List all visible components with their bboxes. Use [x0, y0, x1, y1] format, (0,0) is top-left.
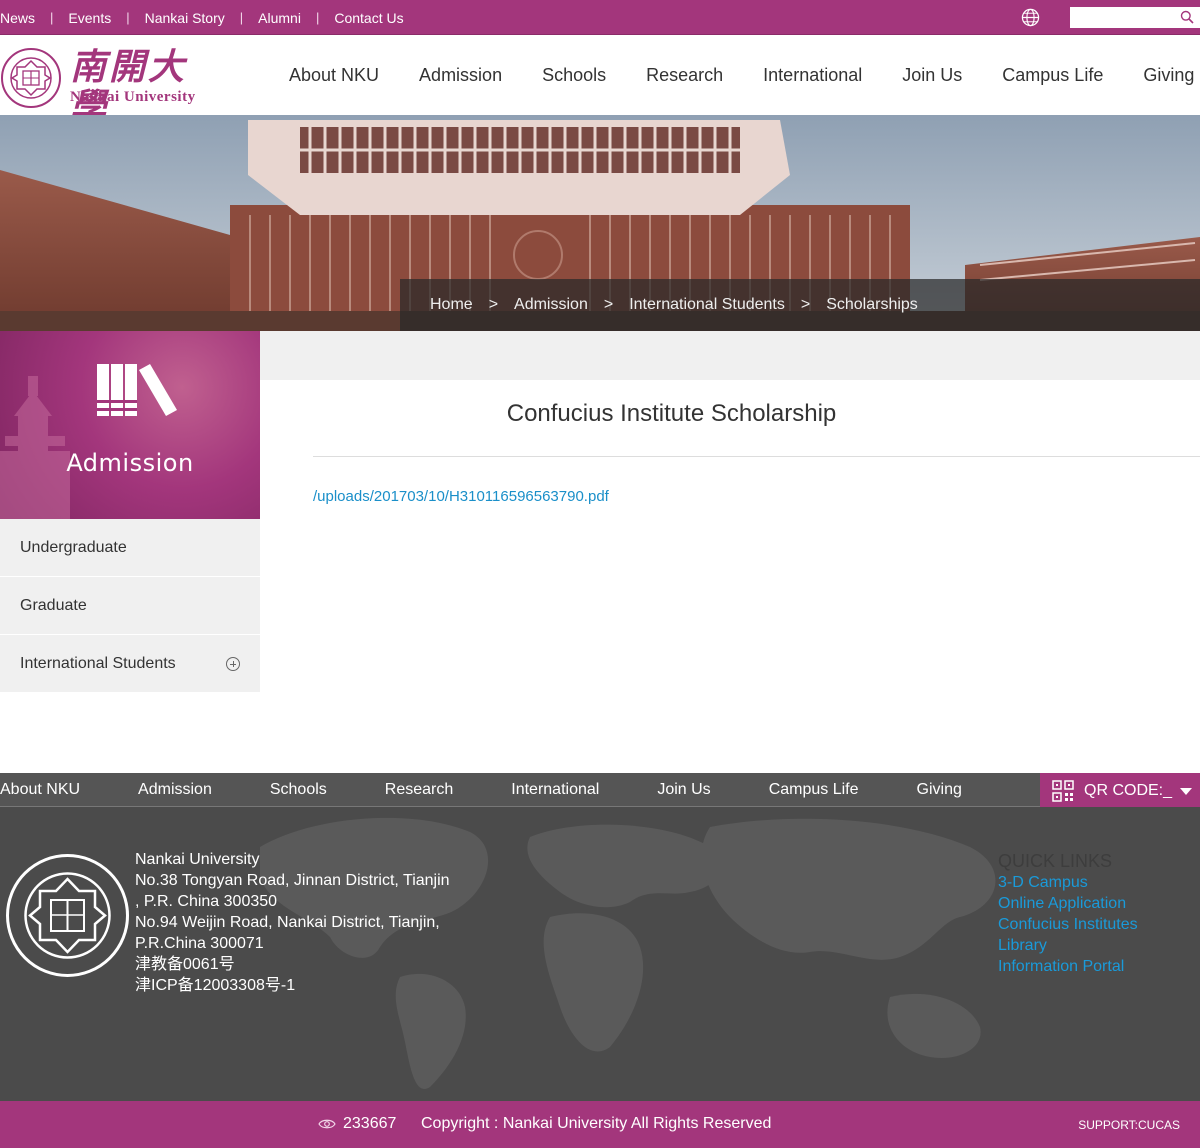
qr-code-label: QR CODE:_ — [1084, 782, 1173, 799]
support-credit[interactable]: SUPPORT:CUCAS — [1078, 1118, 1180, 1132]
nav-giving[interactable]: Giving — [1123, 65, 1200, 86]
footer-nav-research[interactable]: Research — [385, 781, 453, 799]
address-line: No.94 Weijin Road, Nankai District, Tian… — [135, 914, 440, 931]
quick-links: QUICK LINKS 3-D Campus Online Applicatio… — [998, 851, 1138, 977]
university-seal-icon — [6, 854, 129, 977]
address-line: , P.R. China 300350 — [135, 893, 278, 910]
logo-english-name: Nankai University — [70, 89, 196, 105]
footer-nav-international[interactable]: International — [511, 781, 599, 799]
sidebar-menu: Undergraduate Graduate International Stu… — [0, 519, 260, 693]
university-seal-icon — [1, 48, 61, 108]
search-icon[interactable] — [1180, 10, 1194, 24]
breadcrumb-separator: > — [603, 296, 614, 313]
copyright-text: Copyright : Nankai University All Rights… — [421, 1115, 772, 1132]
top-nav: News | Events | Nankai Story | Alumni | … — [0, 0, 404, 35]
breadcrumb-international-students[interactable]: International Students — [629, 296, 785, 314]
quick-link-confucius-institutes[interactable]: Confucius Institutes — [998, 914, 1138, 935]
sidebar-item-label: Undergraduate — [20, 538, 127, 556]
books-icon — [97, 364, 177, 416]
sidebar-item-undergraduate[interactable]: Undergraduate — [0, 519, 260, 577]
copyright-bar: 233667 Copyright : Nankai University All… — [0, 1101, 1200, 1148]
qr-code-icon — [1052, 780, 1074, 802]
content-top-strip — [260, 331, 1200, 380]
caret-down-icon — [1180, 788, 1192, 795]
footer-nav-about-nku[interactable]: About NKU — [0, 781, 80, 799]
top-link-news[interactable]: News — [0, 10, 35, 26]
address-line: 津ICP备12003308号-1 — [135, 977, 296, 994]
university-logo[interactable]: 南開大學 Nankai University — [0, 45, 215, 127]
pdf-download-link[interactable]: /uploads/201703/10/H310116596563790.pdf — [313, 488, 609, 505]
sidebar-title: Admission — [66, 449, 194, 477]
divider: | — [239, 10, 244, 25]
breadcrumb-separator: > — [488, 296, 499, 313]
sidebar-header: Admission — [0, 331, 260, 519]
quick-link-information-portal[interactable]: Information Portal — [998, 956, 1138, 977]
globe-icon[interactable] — [1021, 8, 1040, 27]
divider: | — [126, 10, 130, 25]
quick-links-title: QUICK LINKS — [998, 851, 1113, 871]
footer-nav-links: About NKU Admission Schools Research Int… — [0, 773, 962, 807]
nav-admission[interactable]: Admission — [399, 65, 522, 86]
breadcrumb-separator: > — [800, 296, 811, 313]
sidebar-item-international-students[interactable]: International Students — [0, 635, 260, 693]
address-line: Nankai University — [135, 851, 260, 868]
hero-banner: Home > Admission > International Student… — [0, 115, 1200, 331]
top-link-contact-us[interactable]: Contact Us — [334, 10, 403, 26]
visit-counter: 233667 — [343, 1115, 397, 1132]
main-nav: About NKU Admission Schools Research Int… — [269, 35, 1200, 115]
footer-nav-join-us[interactable]: Join Us — [657, 781, 710, 799]
top-link-alumni[interactable]: Alumni — [258, 10, 301, 26]
breadcrumb-home[interactable]: Home — [430, 296, 473, 314]
nav-research[interactable]: Research — [626, 65, 743, 86]
footer-nav-giving[interactable]: Giving — [917, 781, 962, 799]
footer-nav: About NKU Admission Schools Research Int… — [0, 773, 1200, 809]
expand-plus-icon[interactable] — [226, 657, 240, 671]
divider — [313, 456, 1200, 457]
footer-nav-admission[interactable]: Admission — [138, 781, 212, 799]
address-line: No.38 Tongyan Road, Jinnan District, Tia… — [135, 872, 450, 889]
quick-link-library[interactable]: Library — [998, 935, 1138, 956]
nav-join-us[interactable]: Join Us — [882, 65, 982, 86]
eye-icon — [318, 1119, 336, 1129]
sidebar-item-graduate[interactable]: Graduate — [0, 577, 260, 635]
footer-body: Nankai University No.38 Tongyan Road, Ji… — [0, 807, 1200, 1101]
breadcrumb-admission[interactable]: Admission — [514, 296, 588, 314]
nav-about-nku[interactable]: About NKU — [269, 65, 399, 86]
nav-international[interactable]: International — [743, 65, 882, 86]
quick-link-3d-campus[interactable]: 3-D Campus — [998, 872, 1138, 893]
footer-nav-campus-life[interactable]: Campus Life — [769, 781, 859, 799]
breadcrumb-scholarships[interactable]: Scholarships — [826, 296, 918, 314]
qr-code-button[interactable]: QR CODE:_ — [1040, 773, 1200, 809]
footer-nav-schools[interactable]: Schools — [270, 781, 327, 799]
sidebar-item-label: Graduate — [20, 596, 87, 614]
article-title: Confucius Institute Scholarship — [506, 400, 837, 427]
top-link-nankai-story[interactable]: Nankai Story — [145, 10, 225, 26]
top-link-events[interactable]: Events — [68, 10, 111, 26]
sidebar-item-label: International Students — [20, 654, 176, 672]
divider: | — [315, 10, 320, 25]
address-line: 津教备0061号 — [135, 956, 235, 973]
site-header: 南開大學 Nankai University About NKU Admissi… — [0, 35, 1200, 127]
breadcrumb: Home > Admission > International Student… — [400, 279, 1200, 331]
quick-link-online-application[interactable]: Online Application — [998, 893, 1138, 914]
search-box — [1070, 7, 1200, 28]
nav-schools[interactable]: Schools — [522, 65, 626, 86]
nav-campus-life[interactable]: Campus Life — [982, 65, 1123, 86]
footer-address: Nankai University No.38 Tongyan Road, Ji… — [135, 849, 465, 996]
top-bar: News | Events | Nankai Story | Alumni | … — [0, 0, 1200, 35]
divider: | — [50, 10, 54, 25]
address-line: P.R.China 300071 — [135, 935, 264, 952]
